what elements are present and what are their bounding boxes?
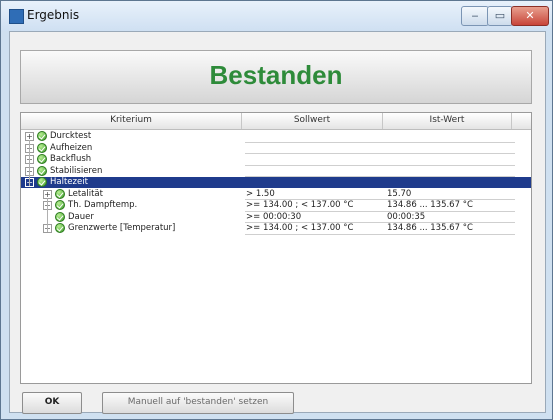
tree-guide-line xyxy=(29,140,30,186)
table-row[interactable]: +Th. Dampftemp.>= 134.00 ; < 137.00 °C13… xyxy=(21,200,531,211)
title-bar[interactable]: Ergebnis ‒ ▭ ✕ xyxy=(1,1,552,31)
criterion-label: Th. Dampftemp. xyxy=(68,200,138,210)
sollwert-cell: > 1.50 xyxy=(246,188,275,199)
table-row[interactable]: + Letalität > 1.50 15.70 xyxy=(21,188,531,200)
istwert-cell: 15.70 xyxy=(387,188,412,199)
criterion-label: Haltezeit xyxy=(50,177,88,187)
criterion-label: Dauer xyxy=(68,211,94,222)
istwert-cell: 134.86 ... 135.67 °C xyxy=(387,200,473,210)
check-circle-icon xyxy=(37,165,47,176)
criterion-label: Aufheizen xyxy=(50,142,93,153)
criterion-label: Letalität xyxy=(68,188,103,199)
column-header-sollwert[interactable]: Sollwert xyxy=(242,115,382,125)
criterion-label: Stabilisieren xyxy=(50,165,103,176)
criteria-tree-table[interactable]: Kriterium Sollwert Ist-Wert +Durcktest+A… xyxy=(20,112,532,384)
table-header: Kriterium Sollwert Ist-Wert xyxy=(21,113,531,130)
table-row[interactable]: Dauer >= 00:00:30 00:00:35 xyxy=(21,211,531,223)
tree-guide-line xyxy=(47,197,48,232)
table-row[interactable]: +Grenzwerte [Temperatur]>= 134.00 ; < 13… xyxy=(21,223,531,234)
table-row[interactable]: +Aufheizen xyxy=(21,142,531,154)
close-button[interactable]: ✕ xyxy=(511,6,549,26)
window-title: Ergebnis xyxy=(27,8,80,22)
minimize-button[interactable]: ‒ xyxy=(461,6,489,26)
app-icon xyxy=(9,9,24,24)
istwert-cell: 00:00:35 xyxy=(387,211,426,222)
column-header-istwert[interactable]: Ist-Wert xyxy=(383,115,511,125)
check-circle-icon xyxy=(55,211,65,222)
ok-button[interactable]: OK xyxy=(22,392,82,414)
result-banner: Bestanden xyxy=(20,50,532,104)
sollwert-cell: >= 134.00 ; < 137.00 °C xyxy=(246,200,354,210)
check-circle-icon xyxy=(55,223,65,233)
set-passed-manually-button[interactable]: Manuell auf 'bestanden' setzen xyxy=(102,392,294,414)
result-status-text: Bestanden xyxy=(209,60,343,90)
criterion-label: Backflush xyxy=(50,154,92,164)
table-row[interactable]: + Durcktest xyxy=(21,131,531,142)
table-row[interactable]: +Backflush xyxy=(21,154,531,165)
table-row[interactable]: −Haltezeit xyxy=(21,177,531,188)
maximize-button[interactable]: ▭ xyxy=(487,6,513,26)
check-circle-icon xyxy=(55,200,65,210)
criterion-label: Grenzwerte [Temperatur] xyxy=(68,223,176,233)
dialog-body: Bestanden Kriterium Sollwert Ist-Wert + D… xyxy=(9,31,546,414)
sollwert-cell: >= 134.00 ; < 137.00 °C xyxy=(246,223,354,233)
istwert-cell: 134.86 ... 135.67 °C xyxy=(387,223,473,233)
result-window: Ergebnis ‒ ▭ ✕ Bestanden Kriterium Sollw… xyxy=(0,0,553,420)
column-header-kriterium[interactable]: Kriterium xyxy=(21,115,241,125)
sollwert-cell: >= 00:00:30 xyxy=(246,211,302,222)
check-circle-icon xyxy=(55,188,65,199)
criterion-label: Durcktest xyxy=(50,131,92,141)
table-row[interactable]: +Stabilisieren xyxy=(21,165,531,177)
check-circle-icon xyxy=(37,142,47,153)
check-circle-icon xyxy=(37,177,47,187)
row-separator xyxy=(245,233,515,235)
check-circle-icon xyxy=(37,154,47,164)
check-circle-icon xyxy=(37,131,47,141)
